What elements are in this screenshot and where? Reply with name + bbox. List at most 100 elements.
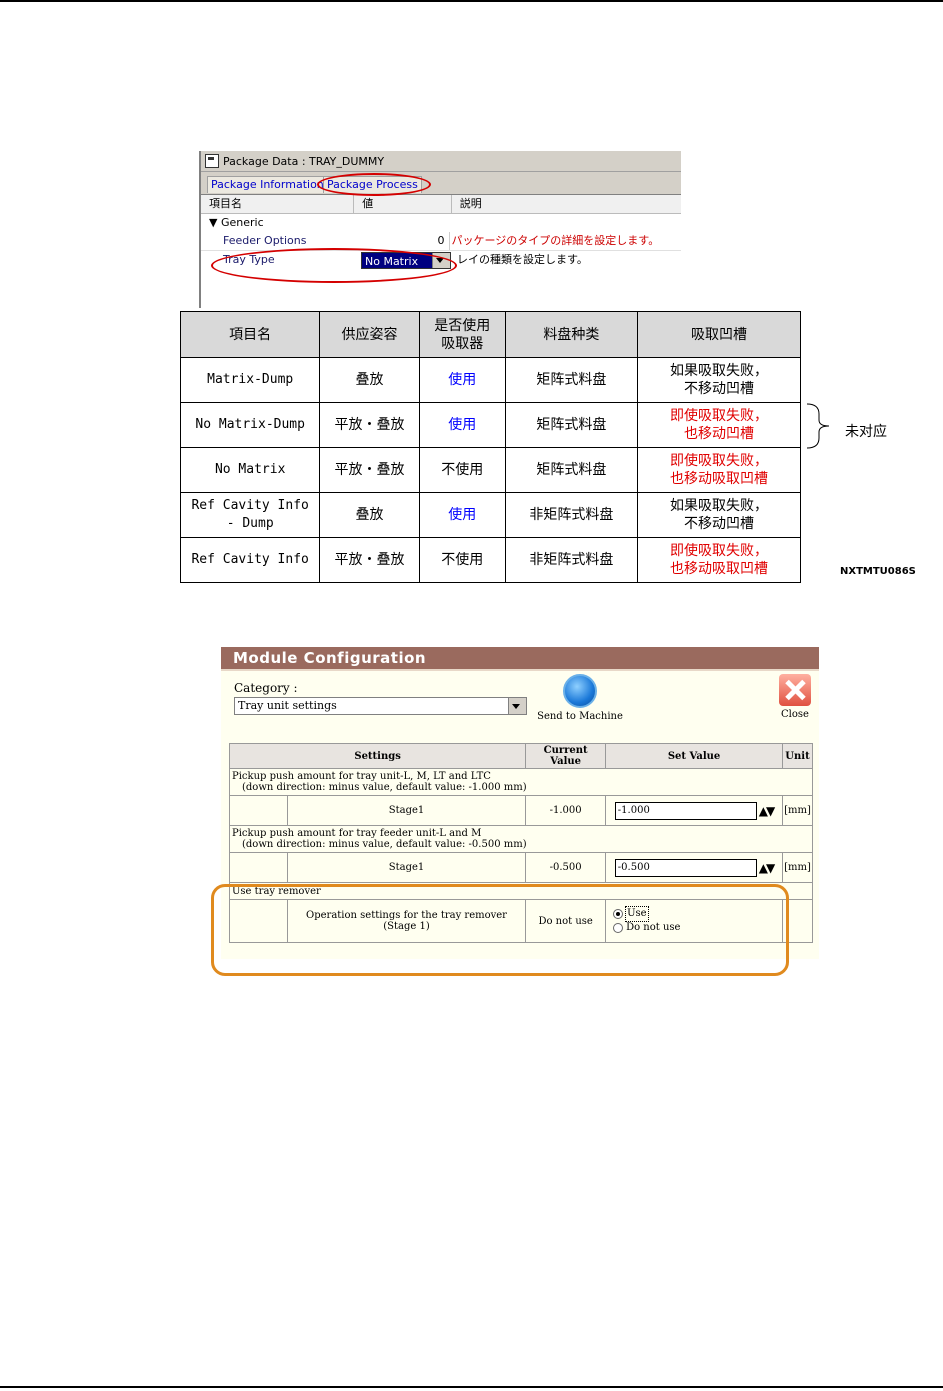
curly-brace-icon <box>806 403 830 449</box>
cell-groove: 如果吸取失败， 不移动凹槽 <box>637 492 801 538</box>
row-description: レイの種類を設定します。 <box>457 253 588 266</box>
send-to-machine-button[interactable]: Send to Machine <box>537 674 623 722</box>
spin-arrows-icon[interactable]: ▲▼ <box>759 861 776 875</box>
header-groove: 吸取凹槽 <box>637 311 801 358</box>
description-line: (down direction: minus value, default va… <box>242 839 527 850</box>
category-select[interactable]: Tray unit settings <box>234 697 527 715</box>
cell-use: 使用 <box>418 357 506 403</box>
unit: [mm] <box>781 795 814 826</box>
setting-description: Pickup push amount for tray feeder unit-… <box>229 825 813 853</box>
setting-description: Pickup push amount for tray unit-L, M, L… <box>229 768 813 796</box>
remover-radio-group: Use Do not use <box>605 899 783 943</box>
header-tray-type: 料盘种类 <box>504 311 639 358</box>
radio-selected-icon[interactable] <box>613 909 624 919</box>
tab-package-information[interactable]: Package Information <box>207 176 328 193</box>
table-row: Ref Cavity Info 平放・叠放 不使用 非矩阵式料盘 即使吸取失败，… <box>179 537 801 583</box>
column-header-name: 項目名 <box>201 195 355 213</box>
remover-current-value: Do not use <box>525 899 607 943</box>
package-grid-header: 項目名 値 説明 <box>201 195 681 214</box>
cell-use: 使用 <box>418 402 506 448</box>
header-settings: Settings <box>228 743 527 769</box>
window-icon <box>205 154 219 168</box>
cell-use: 不使用 <box>418 537 506 583</box>
tray-type-table: 項目名 供应姿容 是否使用 吸取器 料盘种类 吸取凹槽 Matrix-Dump 叠… <box>179 311 801 583</box>
figure-code: NXTMTU086S <box>840 566 916 577</box>
highlight-ellipse-tray-type <box>211 248 457 283</box>
unit: [mm] <box>781 852 814 883</box>
header-use-remover: 是否使用 吸取器 <box>418 311 506 358</box>
empty-cell <box>229 852 288 883</box>
header-item-name: 項目名 <box>179 311 321 358</box>
table-row: No Matrix 平放・叠放 不使用 矩阵式料盘 即使吸取失败， 也移动吸取凹槽 <box>179 447 801 493</box>
close-label: Close <box>781 709 809 720</box>
current-value: -1.000 <box>525 795 607 826</box>
column-header-description: 説明 <box>459 197 482 210</box>
table-header-row: 項目名 供应姿容 是否使用 吸取器 料盘种类 吸取凹槽 <box>179 311 801 358</box>
cell-supply: 平放・叠放 <box>319 402 420 448</box>
cell-use: 使用 <box>418 492 506 538</box>
cell-item-name: Matrix-Dump <box>179 357 321 403</box>
table-row: Ref Cavity Info - Dump 叠放 使用 非矩阵式料盘 如果吸取失… <box>179 492 801 538</box>
category-label: Category : <box>234 681 298 695</box>
empty-cell <box>229 899 288 943</box>
row-value: 0 <box>359 232 450 250</box>
remover-setting-label: Operation settings for the tray remover … <box>286 899 527 943</box>
cell-item-name: No Matrix-Dump <box>179 402 321 448</box>
radio-unselected-icon[interactable] <box>613 923 624 933</box>
module-configuration-panel: Module Configuration Category : Tray uni… <box>221 647 819 959</box>
table-row: Stage1 -0.500 -0.500 ▲▼ [mm] <box>229 852 814 883</box>
radio-use[interactable]: Use <box>607 906 781 922</box>
empty-cell <box>229 795 288 826</box>
current-value: -0.500 <box>525 852 607 883</box>
cell-item-name: Ref Cavity Info - Dump <box>179 492 321 538</box>
setting-description: Use tray remover <box>229 882 813 900</box>
row-feeder-options[interactable]: Feeder Options 0 パッケージのタイプの詳細を設定します。 <box>201 232 681 251</box>
radio-use-label: Use <box>625 906 649 922</box>
close-button[interactable]: Close <box>775 674 815 720</box>
cell-groove: 即使吸取失败， 也移动凹槽 <box>637 402 801 448</box>
package-tabs: Package Information Package Process <box>201 172 681 196</box>
radio-do-not-use-label: Do not use <box>626 922 681 933</box>
header-unit: Unit <box>781 743 814 769</box>
row-description: パッケージのタイプの詳細を設定します。 <box>451 234 660 247</box>
setting-description-row: Use tray remover <box>229 882 813 900</box>
empty-cell <box>781 899 814 943</box>
header-set-value: Set Value <box>605 743 783 769</box>
cell-tray: 非矩阵式料盘 <box>504 537 639 583</box>
send-to-machine-label: Send to Machine <box>537 711 623 722</box>
header-current-value: Current Value <box>525 743 607 769</box>
cell-item-name: Ref Cavity Info <box>179 537 321 583</box>
set-value-input[interactable]: -0.500 <box>614 858 757 877</box>
description-line: (down direction: minus value, default va… <box>242 782 527 793</box>
stage-label: Stage1 <box>286 795 527 826</box>
cell-tray: 非矩阵式料盘 <box>504 492 639 538</box>
cell-tray: 矩阵式料盘 <box>504 357 639 403</box>
spin-arrows-icon[interactable]: ▲▼ <box>759 804 776 818</box>
settings-table: Settings Current Value Set Value Unit Pi… <box>228 743 814 943</box>
cell-use: 不使用 <box>418 447 506 493</box>
group-label: ▼ Generic <box>209 216 264 229</box>
package-data-window: Package Data : TRAY_DUMMY Package Inform… <box>199 151 681 308</box>
cell-supply: 平放・叠放 <box>319 537 420 583</box>
stage-label: Stage1 <box>286 852 527 883</box>
table-row: Stage1 -1.000 -1.000 ▲▼ [mm] <box>229 795 814 826</box>
module-configuration-title: Module Configuration <box>221 647 819 671</box>
table-row: Matrix-Dump 叠放 使用 矩阵式料盘 如果吸取失败， 不移动凹槽 <box>179 357 801 403</box>
cell-tray: 矩阵式料盘 <box>504 447 639 493</box>
unsupported-label: 未对应 <box>845 424 887 440</box>
cell-supply: 叠放 <box>319 357 420 403</box>
table-row: No Matrix-Dump 平放・叠放 使用 矩阵式料盘 即使吸取失败， 也移动… <box>179 402 801 448</box>
cell-groove: 即使吸取失败， 也移动吸取凹槽 <box>637 447 801 493</box>
header-supply: 供应姿容 <box>319 311 420 358</box>
set-value-cell: -0.500 ▲▼ <box>605 852 783 883</box>
category-value: Tray unit settings <box>238 699 337 712</box>
set-value-input[interactable]: -1.000 <box>614 801 757 820</box>
radio-do-not-use[interactable]: Do not use <box>607 921 781 935</box>
cell-supply: 叠放 <box>319 492 420 538</box>
group-row-generic[interactable]: ▼ Generic <box>201 214 681 232</box>
setting-description-row: Pickup push amount for tray unit-L, M, L… <box>229 768 813 796</box>
cell-supply: 平放・叠放 <box>319 447 420 493</box>
top-rule <box>0 0 943 2</box>
chevron-down-icon[interactable] <box>508 698 526 714</box>
set-value-cell: -1.000 ▲▼ <box>605 795 783 826</box>
